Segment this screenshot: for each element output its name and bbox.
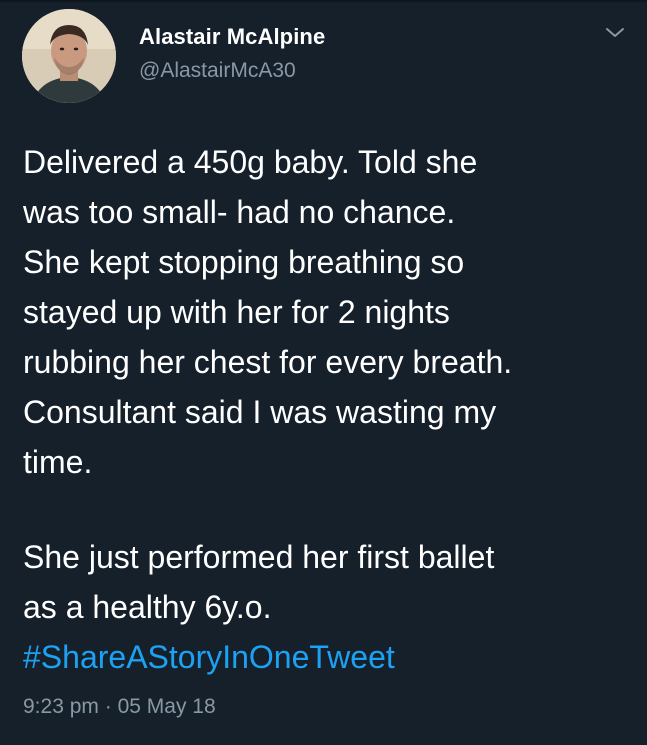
avatar[interactable]	[22, 9, 116, 103]
hashtag-link[interactable]: #ShareAStoryInOneTweet	[23, 632, 633, 682]
tweet-text: Delivered a 450g baby. Told she was too …	[23, 144, 513, 480]
user-handle[interactable]: @AlastairMcA30	[139, 59, 296, 83]
tweet-text-second-paragraph: She just performed her first ballet as a…	[23, 532, 633, 682]
tweet-card: Alastair McAlpine @AlastairMcA30 Deliver…	[0, 0, 647, 745]
tweet-time: 9:23 pm	[23, 695, 99, 718]
tweet-date: 05 May 18	[117, 695, 216, 718]
tweet-text-line: as a healthy 6y.o.	[23, 589, 272, 625]
tweet-text-line: She just performed her first ballet	[23, 539, 495, 575]
meta-separator: ·	[104, 695, 112, 718]
chevron-down-icon[interactable]	[603, 24, 627, 42]
display-name[interactable]: Alastair McAlpine	[139, 24, 325, 50]
tweet-timestamp[interactable]: 9:23 pm · 05 May 18	[23, 695, 216, 719]
avatar-photo	[22, 9, 116, 103]
